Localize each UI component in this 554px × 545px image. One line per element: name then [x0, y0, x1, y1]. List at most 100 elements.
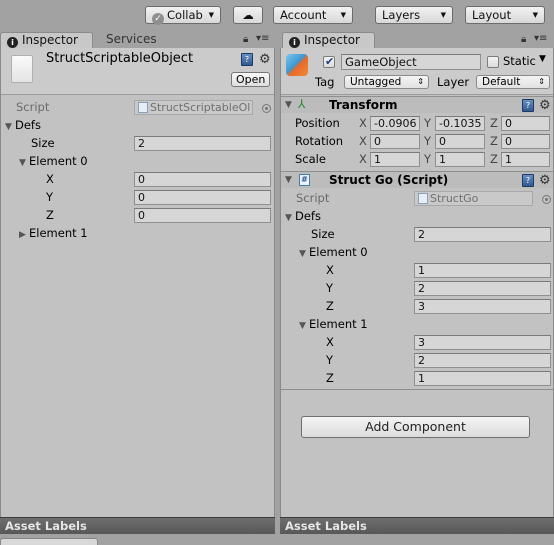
struct-go-title: Struct Go (Script)	[329, 173, 449, 187]
check-icon: ✓	[152, 13, 164, 25]
gameobject-name-input[interactable]: GameObject	[341, 54, 481, 70]
left-tabbar: i Inspector Services 🔒︎ ▾≡	[0, 30, 275, 48]
y-label: Y	[326, 281, 334, 295]
gear-icon[interactable]: ⚙	[539, 99, 551, 112]
collab-label: Collab	[167, 8, 203, 22]
defs-label: Defs	[295, 209, 321, 223]
script-file-icon	[418, 193, 428, 204]
panel-menu-icon[interactable]: ▾≡	[534, 33, 547, 44]
position-x-input[interactable]: -0.0906	[370, 116, 420, 131]
bottom-panel-tab[interactable]	[0, 538, 98, 545]
gameobject-cube-icon[interactable]	[286, 54, 308, 76]
lock-icon[interactable]: 🔒︎	[243, 34, 248, 45]
struct-go-header[interactable]: ▼ # Struct Go (Script) ? ⚙	[281, 171, 553, 188]
gear-icon[interactable]: ⚙	[259, 53, 271, 66]
object-picker-icon[interactable]	[262, 104, 271, 113]
axis-x-label: X	[359, 152, 367, 166]
panel-menu-icon[interactable]: ▾≡	[256, 33, 269, 44]
x-input[interactable]: 1	[414, 263, 551, 278]
divider	[281, 389, 553, 390]
scale-y-input[interactable]: 1	[435, 152, 485, 167]
static-checkbox[interactable]	[487, 56, 499, 68]
z-input[interactable]: 0	[134, 208, 271, 223]
static-dropdown-icon[interactable]: ▼	[539, 54, 546, 64]
object-picker-icon[interactable]	[542, 195, 551, 204]
left-inspector-panel: i Inspector Services 🔒︎ ▾≡ StructScriptab…	[0, 30, 275, 535]
rotation-y-input[interactable]: 0	[435, 134, 485, 149]
object-name: StructScriptableObject	[46, 51, 194, 66]
tab-inspector[interactable]: i Inspector	[0, 32, 93, 48]
layout-button[interactable]: Layout ▼	[465, 6, 545, 24]
element-1-foldout[interactable]: ▶ Element 1	[19, 224, 88, 242]
account-button[interactable]: Account ▼	[273, 6, 353, 24]
collab-button[interactable]: ✓ Collab ▼	[145, 6, 221, 25]
foldout-expanded-icon: ▼	[19, 158, 26, 168]
cloud-button[interactable]: ☁	[233, 6, 263, 24]
z-input[interactable]: 1	[414, 371, 551, 386]
help-book-icon[interactable]: ?	[522, 99, 534, 112]
transform-header[interactable]: ▼ ⅄ Transform ? ⚙	[281, 96, 553, 113]
foldout-expanded-icon: ▼	[299, 249, 306, 259]
account-label: Account	[280, 8, 327, 22]
static-label: Static	[503, 54, 536, 68]
position-y-input[interactable]: -0.1035	[435, 116, 485, 131]
defs-foldout[interactable]: ▼ Defs	[285, 207, 321, 225]
lock-icon[interactable]: 🔒︎	[521, 34, 526, 45]
element-0-foldout[interactable]: ▼ Element 0	[299, 243, 368, 261]
element-0-foldout[interactable]: ▼ Element 0	[19, 152, 88, 170]
y-input[interactable]: 2	[414, 281, 551, 296]
y-input[interactable]: 0	[134, 190, 271, 205]
active-checkbox[interactable]	[323, 55, 335, 68]
x-input[interactable]: 0	[134, 172, 271, 187]
element-1-foldout[interactable]: ▼ Element 1	[299, 315, 368, 333]
z-label: Z	[46, 208, 54, 222]
dropdown-arrow-icon: ▼	[208, 11, 214, 19]
position-label: Position	[295, 116, 340, 130]
axis-y-label: Y	[424, 116, 432, 130]
y-input[interactable]: 2	[414, 353, 551, 368]
csharp-script-icon: #	[299, 174, 310, 186]
element-label: Element 0	[309, 245, 368, 259]
open-button[interactable]: Open	[231, 72, 271, 87]
y-label: Y	[46, 190, 54, 204]
tab-label: Inspector	[22, 33, 78, 47]
script-field[interactable]: StructScriptableOl	[134, 100, 253, 115]
scale-z-input[interactable]: 1	[501, 152, 550, 167]
defs-foldout[interactable]: ▼ Defs	[5, 116, 41, 134]
asset-labels-bar[interactable]: Asset Labels	[280, 517, 554, 534]
x-input[interactable]: 3	[414, 335, 551, 350]
left-content: StructScriptableObject ? ⚙ Open Script S…	[0, 48, 275, 517]
help-book-icon[interactable]: ?	[241, 53, 253, 66]
dropdown-arrow-icon: ▼	[440, 11, 446, 19]
info-icon: i	[289, 37, 300, 48]
tag-value: Untagged	[350, 76, 402, 88]
tab-inspector[interactable]: i Inspector	[282, 32, 375, 48]
asset-labels-bar[interactable]: Asset Labels	[0, 517, 275, 534]
foldout-expanded-icon: ▼	[285, 175, 292, 185]
right-tabbar: i Inspector 🔒︎ ▾≡	[280, 30, 554, 48]
tab-services[interactable]: Services	[100, 32, 165, 48]
size-input[interactable]: 2	[414, 227, 551, 242]
size-input[interactable]: 2	[134, 136, 271, 151]
rotation-x-input[interactable]: 0	[370, 134, 420, 149]
scale-x-input[interactable]: 1	[370, 152, 420, 167]
add-component-button[interactable]: Add Component	[301, 416, 530, 438]
tag-dropdown[interactable]: Untagged ⇕	[344, 75, 429, 89]
script-label: Script	[16, 100, 50, 114]
size-label: Size	[311, 227, 335, 241]
layer-dropdown[interactable]: Default ⇕	[476, 75, 550, 89]
script-field[interactable]: StructGo	[414, 191, 533, 206]
updown-arrow-icon: ⇕	[417, 77, 424, 86]
dropdown-arrow-icon: ▼	[532, 11, 538, 19]
rotation-z-input[interactable]: 0	[501, 134, 550, 149]
axis-y-label: Y	[424, 152, 432, 166]
layers-button[interactable]: Layers ▼	[375, 6, 453, 24]
object-header: StructScriptableObject ? ⚙ Open	[1, 48, 274, 95]
updown-arrow-icon: ⇕	[538, 77, 545, 86]
position-z-input[interactable]: 0	[501, 116, 550, 131]
help-book-icon[interactable]: ?	[522, 174, 534, 187]
gear-icon[interactable]: ⚙	[539, 174, 551, 187]
z-input[interactable]: 3	[414, 299, 551, 314]
axis-x-label: X	[359, 134, 367, 148]
size-label: Size	[31, 136, 55, 150]
